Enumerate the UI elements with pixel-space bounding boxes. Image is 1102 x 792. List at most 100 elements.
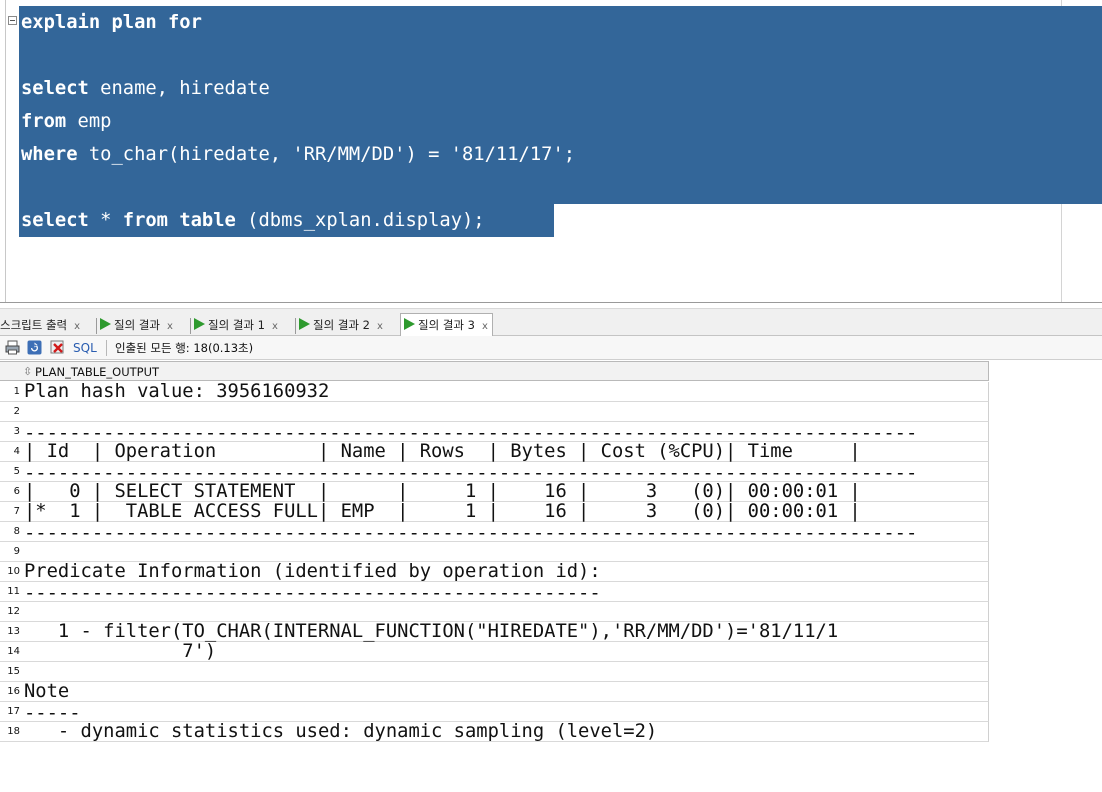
table-row[interactable]: 7 |* 1 | TABLE ACCESS FULL| EMP | 1 | 16 … xyxy=(0,502,989,522)
plan-output-cell[interactable]: Plan hash value: 3956160932 xyxy=(24,382,329,402)
close-icon[interactable]: x xyxy=(74,321,80,332)
table-row[interactable]: 9 xyxy=(0,542,989,562)
row-number: 17 xyxy=(7,706,20,717)
row-number: 5 xyxy=(13,466,20,477)
row-number: 6 xyxy=(13,486,20,497)
tab-divider xyxy=(295,318,296,334)
gutter-divider xyxy=(5,0,6,302)
close-icon[interactable]: x xyxy=(167,321,173,332)
column-header[interactable]: ⇳ PLAN_TABLE_OUTPUT xyxy=(0,361,989,381)
row-number: 16 xyxy=(7,686,20,697)
table-row[interactable]: 14 7') xyxy=(0,642,989,662)
code-line: select * from table (dbms_xplan.display)… xyxy=(21,204,485,237)
toolbar-divider xyxy=(106,340,107,356)
table-row[interactable]: 12 xyxy=(0,602,989,622)
row-number: 18 xyxy=(7,726,20,737)
row-number: 9 xyxy=(13,546,20,557)
close-icon[interactable]: x xyxy=(272,321,278,332)
collapse-icon[interactable] xyxy=(8,16,17,25)
table-row[interactable]: 18 - dynamic statistics used: dynamic sa… xyxy=(0,722,989,742)
sql-button[interactable]: SQL xyxy=(73,340,97,356)
plan-output-cell[interactable]: Predicate Information (identified by ope… xyxy=(24,562,601,582)
table-row[interactable]: 11 --------------------------------------… xyxy=(0,582,989,604)
table-row[interactable]: 10 Predicate Information (identified by o… xyxy=(0,562,989,582)
tab-query-result-1[interactable]: 질의 결과 1 x xyxy=(194,314,278,336)
row-number: 10 xyxy=(7,566,20,577)
code-line: where to_char(hiredate, 'RR/MM/DD') = '8… xyxy=(21,138,575,171)
tab-query-result-2[interactable]: 질의 결과 2 x xyxy=(299,314,383,336)
play-icon xyxy=(404,318,415,330)
plan-output-cell[interactable]: ----------------------------------------… xyxy=(24,584,601,604)
plan-output-cell[interactable]: ----------------------------------------… xyxy=(24,524,917,544)
row-number: 8 xyxy=(13,526,20,537)
sql-text: (dbms_xplan.display); xyxy=(235,210,485,231)
plan-output-cell[interactable]: | 0 | SELECT STATEMENT | | 1 | 16 | 3 (0… xyxy=(24,482,861,502)
tab-label: 질의 결과 xyxy=(114,318,160,332)
table-row[interactable]: 8 ---------------------------------------… xyxy=(0,522,989,544)
sql-keyword: select xyxy=(21,210,89,231)
delete-icon[interactable] xyxy=(50,340,65,355)
row-number: 4 xyxy=(13,446,20,457)
results-grid[interactable]: ⇳ PLAN_TABLE_OUTPUT 1 Plan hash value: 39… xyxy=(0,361,990,743)
table-row[interactable]: 17 ----- xyxy=(0,702,989,724)
tab-label: 스크립트 출력 xyxy=(0,318,68,332)
table-row[interactable]: 5 ---------------------------------------… xyxy=(0,462,989,484)
code-line: explain plan for xyxy=(21,6,202,39)
table-row[interactable]: 13 1 - filter(TO_CHAR(INTERNAL_FUNCTION(… xyxy=(0,622,989,642)
tab-divider xyxy=(96,318,97,334)
tab-label: 질의 결과 1 xyxy=(208,318,265,332)
plan-output-cell[interactable]: - dynamic statistics used: dynamic sampl… xyxy=(24,722,657,742)
table-row[interactable]: 4 | Id | Operation | Name | Rows | Bytes … xyxy=(0,442,989,462)
row-number: 3 xyxy=(13,426,20,437)
column-header-label: PLAN_TABLE_OUTPUT xyxy=(35,365,160,379)
sql-keyword: where xyxy=(21,144,78,165)
sql-keyword: explain plan for xyxy=(21,12,202,33)
play-icon xyxy=(299,318,310,330)
editor-border xyxy=(0,302,1102,303)
sql-editor[interactable]: explain plan for select ename, hiredate fr… xyxy=(0,0,1102,302)
row-number: 12 xyxy=(7,606,20,617)
sql-text: to_char(hiredate, 'RR/MM/DD') = '81/11/1… xyxy=(77,144,576,165)
tab-label: 질의 결과 3 xyxy=(418,318,475,332)
code-line: select ename, hiredate xyxy=(21,72,270,105)
tab-query-result-3[interactable]: 질의 결과 3 x xyxy=(400,313,493,336)
result-tabs: 스크립트 출력 x 질의 결과 x 질의 결과 1 x 질의 결과 2 x 질의 결과 … xyxy=(0,308,1102,336)
sql-keyword: select xyxy=(21,78,89,99)
row-number: 2 xyxy=(13,406,20,417)
tab-label: 질의 결과 2 xyxy=(313,318,370,332)
row-number: 11 xyxy=(7,586,20,597)
table-row[interactable]: 15 xyxy=(0,662,989,682)
sql-text: ename, hiredate xyxy=(88,78,270,99)
table-row[interactable]: 1 Plan hash value: 3956160932 xyxy=(0,382,989,402)
close-icon[interactable]: x xyxy=(482,321,488,332)
row-number: 15 xyxy=(7,666,20,677)
row-number: 7 xyxy=(13,506,20,517)
sql-keyword: from xyxy=(21,111,67,132)
table-row[interactable]: 3 ---------------------------------------… xyxy=(0,422,989,444)
sql-keyword: from xyxy=(122,210,168,231)
sort-icon[interactable]: ⇳ xyxy=(23,365,32,379)
tab-divider xyxy=(190,318,191,334)
plan-output-cell[interactable]: Note xyxy=(24,682,69,702)
sql-text: emp xyxy=(66,111,112,132)
tab-script-output[interactable]: 스크립트 출력 x xyxy=(0,314,80,336)
plan-output-cell[interactable]: |* 1 | TABLE ACCESS FULL| EMP | 1 | 16 |… xyxy=(24,502,861,522)
close-icon[interactable]: x xyxy=(377,321,383,332)
tab-query-result[interactable]: 질의 결과 x xyxy=(100,314,173,336)
refresh-icon[interactable] xyxy=(27,340,42,355)
table-row[interactable]: 2 xyxy=(0,402,989,422)
fetch-status: 인출된 모든 행: 18(0.13초) xyxy=(115,341,254,355)
plan-output-cell[interactable]: 1 - filter(TO_CHAR(INTERNAL_FUNCTION("HI… xyxy=(24,622,838,642)
code-line: from emp xyxy=(21,105,111,138)
play-icon xyxy=(194,318,205,330)
row-number: 14 xyxy=(7,646,20,657)
plan-output-cell[interactable]: 7') xyxy=(24,642,216,662)
sql-keyword: table xyxy=(179,210,236,231)
table-row[interactable]: 16 Note xyxy=(0,682,989,702)
play-icon xyxy=(100,318,111,330)
row-number: 13 xyxy=(7,626,20,637)
plan-output-cell[interactable]: | Id | Operation | Name | Rows | Bytes |… xyxy=(24,442,861,462)
table-row[interactable]: 6 | 0 | SELECT STATEMENT | | 1 | 16 | 3 (… xyxy=(0,482,989,502)
print-icon[interactable] xyxy=(5,340,20,355)
